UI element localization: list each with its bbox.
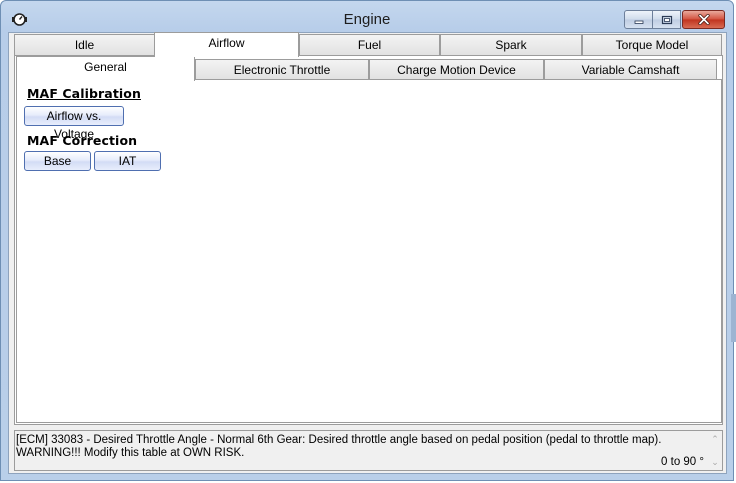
tab-spark[interactable]: Spark [440, 34, 582, 56]
tab-variable-camshaft[interactable]: Variable Camshaft [544, 59, 717, 80]
general-tab-panel: MAF Calibration Airflow vs. Voltage MAF … [16, 79, 722, 423]
chevron-up-icon[interactable]: ⌃ [710, 434, 720, 444]
airflow-tab-panel: General Electronic Throttle Charge Motio… [14, 55, 723, 425]
maximize-button[interactable] [653, 10, 681, 29]
maf-correction-heading: MAF Correction [27, 133, 138, 148]
close-button[interactable] [682, 10, 725, 29]
close-icon [697, 14, 710, 25]
tab-charge-motion-device[interactable]: Charge Motion Device [369, 59, 544, 80]
tab-torque-model[interactable]: Torque Model [582, 34, 722, 56]
tab-electronic-throttle[interactable]: Electronic Throttle [195, 59, 369, 80]
minimize-button[interactable] [624, 10, 653, 29]
base-button[interactable]: Base [24, 151, 91, 171]
iat-button[interactable]: IAT [94, 151, 161, 171]
maf-calibration-heading: MAF Calibration [27, 86, 141, 101]
client-area: Idle Airflow Fuel Spark Torque Model Gen… [8, 32, 727, 474]
description-panel: [ECM] 33083 - Desired Throttle Angle - N… [14, 430, 723, 471]
tab-airflow[interactable]: Airflow [154, 32, 299, 57]
tab-idle[interactable]: Idle [14, 34, 155, 56]
title-bar[interactable]: Engine [1, 1, 733, 33]
minimize-icon [634, 20, 643, 24]
tab-fuel[interactable]: Fuel [299, 34, 440, 56]
airflow-vs-voltage-button[interactable]: Airflow vs. Voltage [24, 106, 124, 141]
chevron-down-icon[interactable]: ⌄ [710, 457, 720, 467]
engine-window: Engine Idle Airflow Fuel Spark Torque Mo… [0, 0, 734, 481]
table-description: [ECM] 33083 - Desired Throttle Angle - N… [16, 434, 662, 459]
tab-general[interactable]: General [16, 56, 195, 81]
maximize-icon [661, 15, 672, 24]
value-range: 0 to 90 ° [661, 456, 704, 468]
window-edge [731, 294, 736, 342]
